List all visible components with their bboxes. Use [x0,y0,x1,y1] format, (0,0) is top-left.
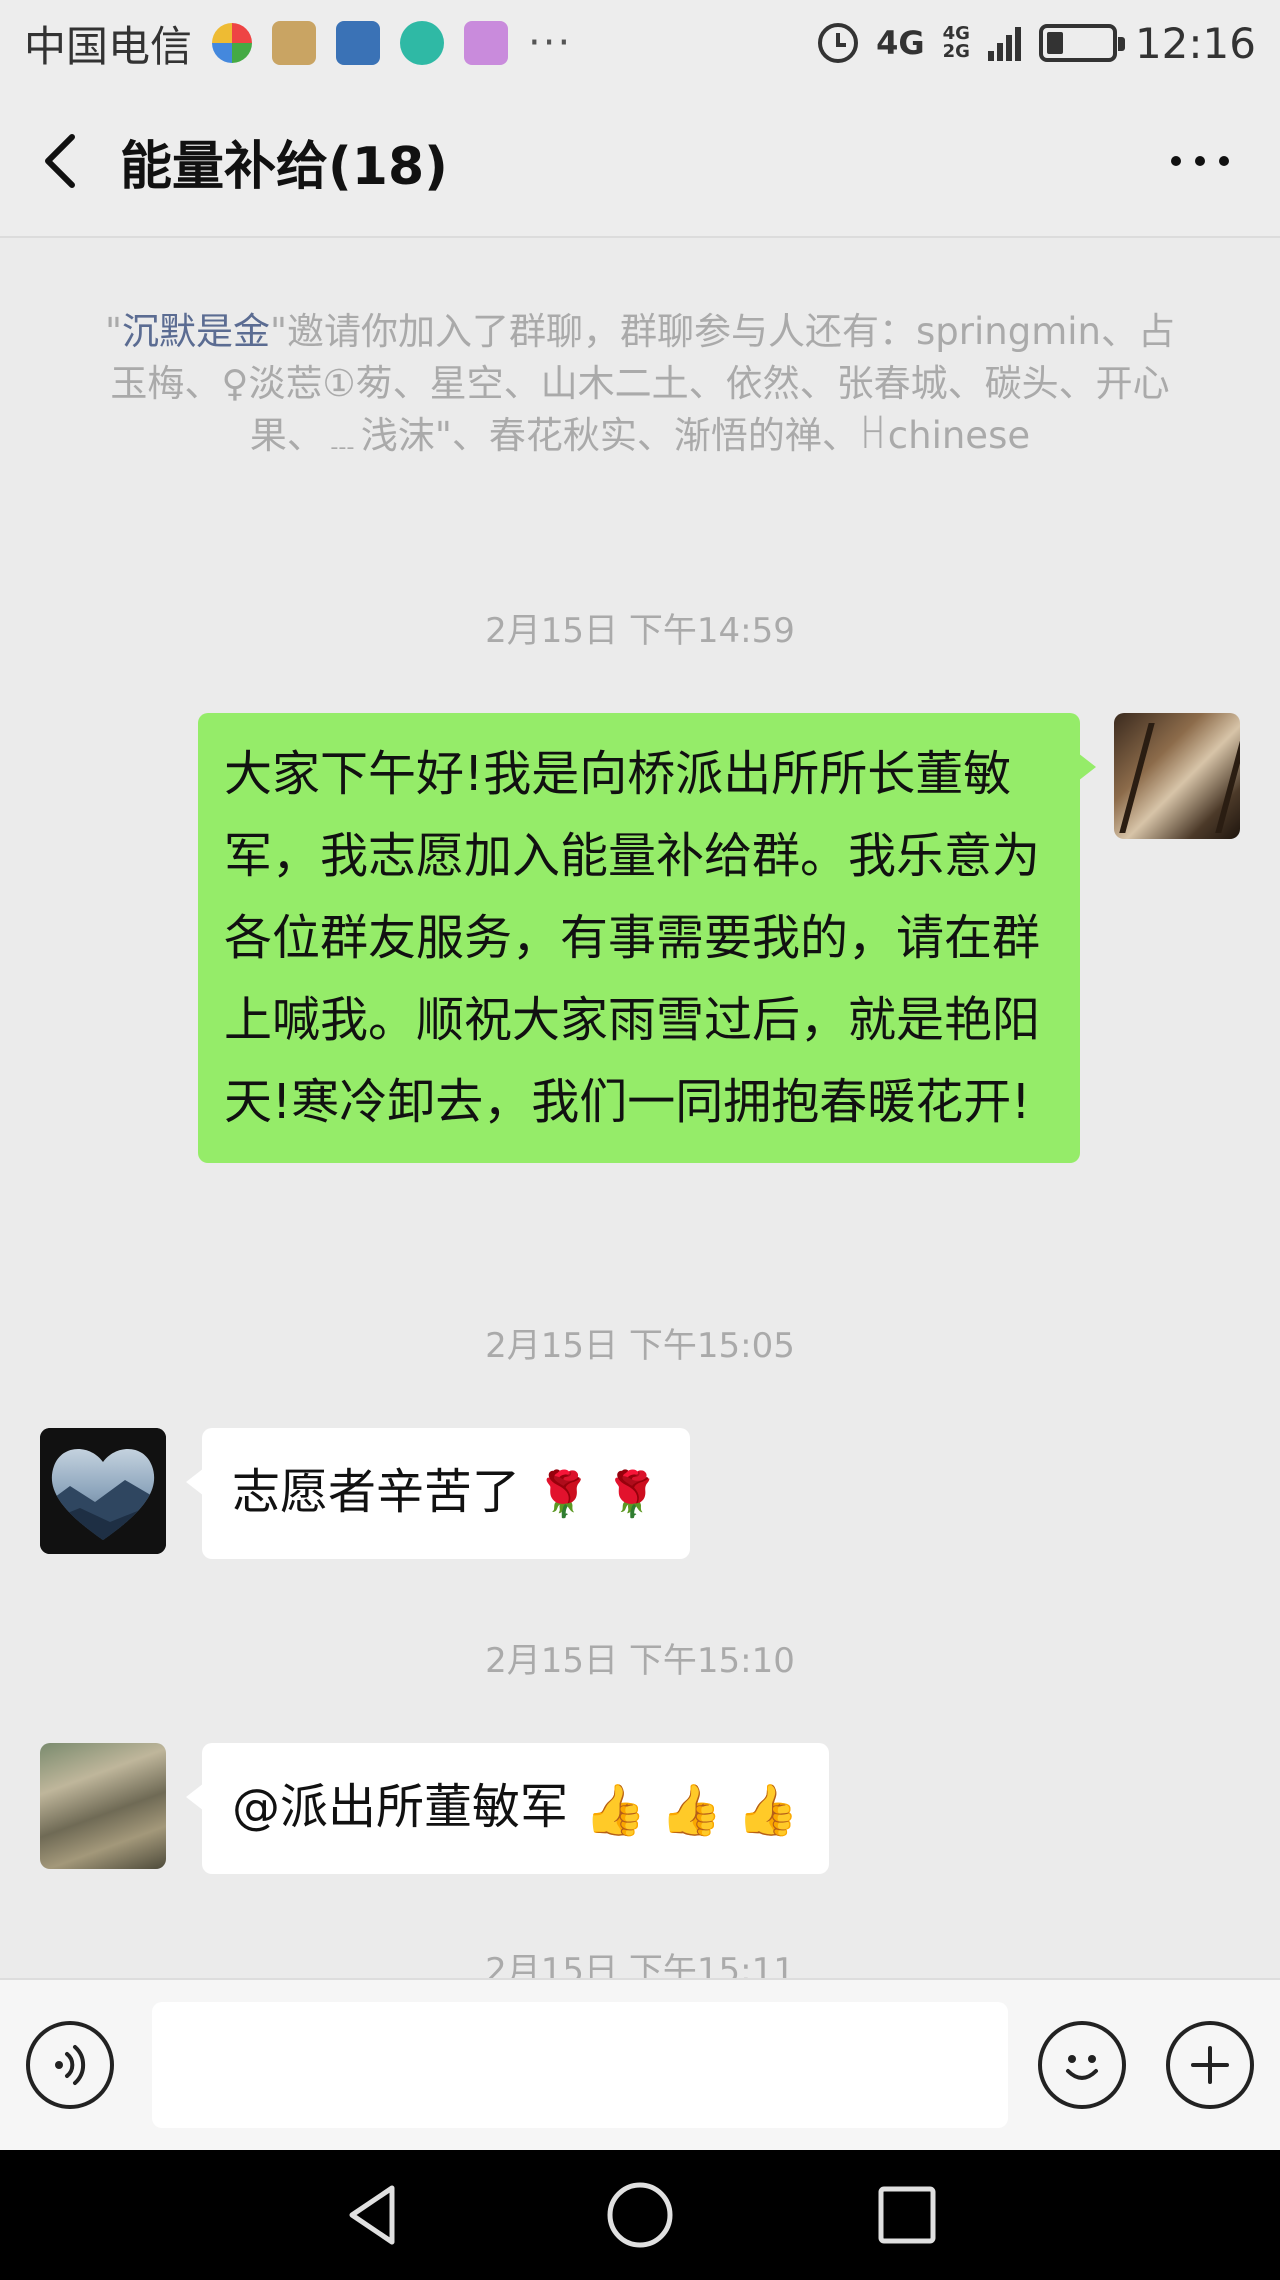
thumbs-up-emoji-icon: 👍 [660,1781,723,1839]
alarm-icon [818,23,859,63]
message-text: 志愿者辛苦了 [232,1464,521,1520]
browser-icon [212,23,253,63]
emoji-row: 🌹 🌹 [536,1451,660,1539]
more-notifications: ··· [528,20,573,66]
eye-icon [400,21,445,65]
heart-landscape-image [40,1428,166,1554]
network-type: 4G [876,24,925,62]
status-bar: 中国电信 ··· 4G 4G 2G 12:16 [0,0,1280,86]
timestamp: 2月15日 下午15:05 [485,1326,795,1366]
message-bubble-incoming[interactable]: @派出所董敏军 👍 👍 👍 [186,1743,829,1874]
rose-emoji-icon: 🌹 [604,1469,660,1520]
message-bubble-outgoing[interactable]: 大家下午好!我是向桥派出所所长董敏军，我志愿加入能量补给群。我乐意为各位群友服务… [198,713,1096,1163]
timestamp: 2月15日 下午14:59 [485,611,795,651]
inviter-link[interactable]: 沉默是金 [122,310,270,353]
back-triangle-icon [349,2185,395,2245]
message-text: @派出所董敏军 [232,1779,569,1835]
carrier-label: 中国电信 [24,21,193,71]
message-input[interactable] [152,2002,1008,2128]
add-button[interactable] [1166,2021,1254,2109]
timestamp: 2月15日 下午15:10 [485,1641,795,1681]
thumbs-up-emoji-icon: 👍 [736,1781,799,1839]
voice-button[interactable] [26,2021,114,2109]
clock: 12:16 [1134,18,1256,68]
back-button[interactable] [0,101,120,221]
more-options-button[interactable] [1140,101,1260,221]
more-dot-icon [1171,156,1181,166]
chat-area[interactable]: "沉默是金"邀请你加入了群聊，群聊参与人还有：springmin、占玉梅、♀淡莣… [0,238,1280,1978]
recent-square-icon [878,2186,936,2244]
secondary-network: 4G 2G [943,25,970,61]
emoji-row: 👍 👍 👍 [584,1766,799,1854]
status-left: 中国电信 ··· [24,13,572,74]
message-bubble-incoming[interactable]: 志愿者辛苦了 🌹 🌹 [186,1428,690,1559]
home-circle-icon [607,2182,673,2248]
system-nav-bar [0,2150,1280,2280]
message-text: 大家下午好!我是向桥派出所所长董敏军，我志愿加入能量补给群。我乐意为各位群友服务… [224,746,1041,1130]
thumbs-up-emoji-icon: 👍 [584,1781,647,1839]
plus-icon [1191,2046,1229,2084]
chevron-left-icon [45,134,75,188]
nav-recent-button[interactable] [862,2170,952,2260]
status-right: 4G 4G 2G 12:16 [818,19,1256,68]
signal-icon [987,25,1021,61]
wallet-icon [272,21,317,65]
more-dot-icon [1219,156,1229,166]
avatar[interactable] [40,1743,166,1869]
network-2g-small: 2G [942,41,970,62]
nav-back-button[interactable] [328,2170,418,2260]
timestamp: 2月15日 下午15:11 [485,1951,795,1978]
chat-header: 能量补给(18) [0,86,1280,238]
calendar-icon [336,21,381,65]
system-notice: "沉默是金"邀请你加入了群聊，群聊参与人还有：springmin、占玉梅、♀淡莣… [90,306,1190,462]
nav-home-button[interactable] [595,2170,685,2260]
avatar[interactable] [1114,713,1240,839]
more-dot-icon [1195,156,1205,166]
notice-quote: " [104,310,123,353]
app-icon [464,21,509,65]
input-bar [0,1978,1280,2150]
emoji-button[interactable] [1038,2021,1126,2109]
avatar[interactable] [40,1428,166,1554]
emoji-icon [1066,2055,1098,2080]
voice-icon [55,2045,86,2085]
battery-level [1046,32,1063,54]
rose-emoji-icon: 🌹 [536,1469,591,1520]
battery-icon [1038,24,1125,62]
notice-text: "邀请你加入了群聊，群聊参与人还有：springmin、占玉梅、♀淡莣①茐、星空… [110,310,1175,457]
chat-title: 能量补给(18) [120,136,448,197]
